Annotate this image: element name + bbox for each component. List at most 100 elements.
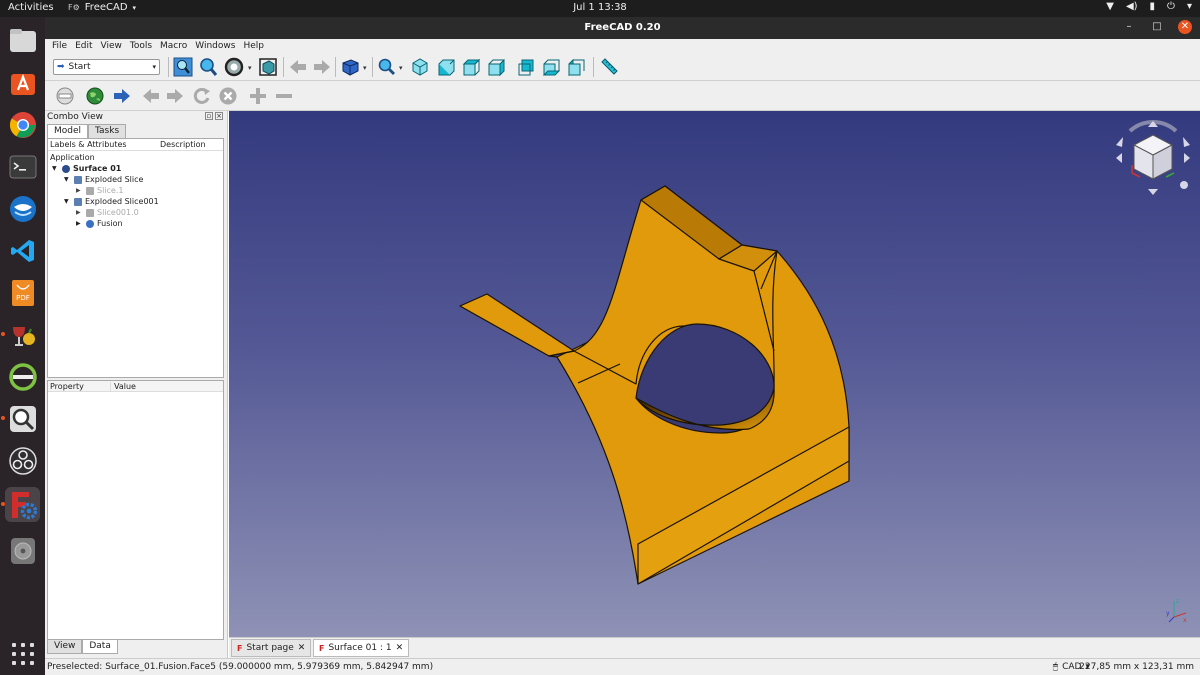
navigation-cube[interactable]	[1110, 115, 1196, 201]
dock-disk-utility[interactable]	[5, 359, 40, 394]
rotate-left-icon[interactable]	[1116, 137, 1123, 147]
window-titlebar[interactable]: FreeCAD 0.20 – □ ✕	[45, 17, 1200, 39]
web-open-button[interactable]	[84, 85, 106, 107]
web-zoom-out-button[interactable]	[273, 85, 295, 107]
menu-file[interactable]: File	[52, 39, 67, 53]
chevron-down-icon: ▾	[152, 63, 156, 71]
maximize-button[interactable]: □	[1150, 20, 1164, 34]
minimize-button[interactable]: –	[1122, 20, 1136, 34]
dock-disc[interactable]	[5, 533, 40, 568]
menu-tools[interactable]: Tools	[130, 39, 152, 53]
model-tree[interactable]: Labels & Attributes Description Applicat…	[47, 138, 224, 378]
tab-view[interactable]: View	[47, 640, 83, 654]
arrow-left-icon[interactable]	[1116, 153, 1122, 163]
tree-column-description[interactable]: Description	[160, 140, 206, 149]
dock-thunderbird[interactable]	[5, 191, 40, 226]
dock-chrome[interactable]	[5, 107, 40, 142]
dock-search[interactable]	[1, 401, 40, 436]
view-axo-button[interactable]	[409, 56, 431, 78]
tree-column-labels[interactable]: Labels & Attributes	[50, 140, 127, 149]
power-icon: ⏻	[1167, 1, 1175, 12]
forward-button[interactable]	[311, 56, 333, 78]
property-column[interactable]: Property	[50, 382, 84, 391]
chevron-down-icon[interactable]: ▾	[399, 64, 403, 72]
web-back-button[interactable]	[140, 85, 162, 107]
tree-item-slice001-0[interactable]: ▶ Slice001.0	[76, 207, 139, 218]
web-go-button[interactable]	[111, 85, 133, 107]
close-panel-icon[interactable]: ×	[215, 112, 223, 120]
expand-icon[interactable]: ▶	[76, 220, 83, 227]
property-editor[interactable]: Property Value	[47, 380, 224, 640]
web-stop-button[interactable]	[217, 85, 239, 107]
menu-macro[interactable]: Macro	[160, 39, 187, 53]
view-left-button[interactable]	[565, 56, 587, 78]
std-views-button[interactable]	[339, 56, 361, 78]
close-tab-icon[interactable]: ✕	[298, 643, 306, 653]
expand-icon[interactable]: ▼	[64, 176, 71, 183]
float-panel-icon[interactable]: ▫	[205, 112, 213, 120]
view-isometric-button[interactable]	[375, 56, 397, 78]
tree-item-exploded-slice[interactable]: ▼ Exploded Slice	[64, 174, 143, 185]
dock-freecad[interactable]	[1, 487, 40, 522]
view-rear-button[interactable]	[515, 56, 537, 78]
expand-icon[interactable]: ▼	[52, 165, 59, 172]
menu-view[interactable]: View	[101, 39, 122, 53]
view-front-button[interactable]	[435, 56, 457, 78]
chevron-down-icon[interactable]: ▾	[363, 64, 367, 72]
chevron-down-icon[interactable]: ▾	[248, 64, 252, 72]
back-button[interactable]	[287, 56, 309, 78]
rotate-right-icon[interactable]	[1183, 137, 1190, 147]
web-zoom-in-button[interactable]	[247, 85, 269, 107]
web-home-button[interactable]	[54, 85, 76, 107]
tree-item-application[interactable]: Application	[50, 152, 95, 163]
view-top-button[interactable]	[460, 56, 482, 78]
dock-winetricks[interactable]	[1, 317, 40, 352]
fit-all-button[interactable]	[172, 56, 194, 78]
arrow-down-icon[interactable]	[1148, 189, 1158, 195]
show-applications-button[interactable]	[12, 643, 34, 665]
web-refresh-button[interactable]	[191, 85, 213, 107]
tab-start-page[interactable]: F Start page ✕	[231, 639, 312, 657]
fit-selection-button[interactable]	[197, 56, 219, 78]
view-dimensions: 227,85 mm x 123,31 mm	[1079, 662, 1194, 672]
expand-icon[interactable]: ▶	[76, 187, 83, 194]
dock-terminal[interactable]	[5, 149, 40, 184]
dock-pdf[interactable]: PDF	[5, 275, 40, 310]
tab-tasks[interactable]: Tasks	[88, 124, 127, 138]
tree-item-surface-01[interactable]: ▼ Surface 01	[52, 163, 121, 174]
tree-item-slice-1[interactable]: ▶ Slice.1	[76, 185, 123, 196]
view-menu-icon[interactable]	[1180, 181, 1188, 189]
tab-surface-01[interactable]: F Surface 01 : 1 ✕	[313, 639, 410, 657]
bounding-box-button[interactable]	[257, 56, 279, 78]
wifi-icon: ▼	[1106, 1, 1114, 12]
tab-model[interactable]: Model	[47, 124, 89, 138]
dock-software[interactable]	[5, 65, 40, 100]
dock-files[interactable]	[5, 23, 40, 58]
menu-edit[interactable]: Edit	[75, 39, 92, 53]
system-tray[interactable]: ▼ ◀) ▮ ⏻ ▾	[1106, 1, 1192, 12]
tree-item-fusion[interactable]: ▶ Fusion	[76, 218, 123, 229]
measure-distance-button[interactable]	[598, 56, 620, 78]
toolbar-separator	[168, 57, 169, 77]
view-bottom-button[interactable]	[540, 56, 562, 78]
value-column[interactable]: Value	[110, 382, 136, 391]
view-right-button[interactable]	[485, 56, 507, 78]
close-tab-icon[interactable]: ✕	[396, 643, 404, 653]
expand-icon[interactable]: ▼	[64, 198, 71, 205]
menu-windows[interactable]: Windows	[195, 39, 235, 53]
close-button[interactable]: ✕	[1178, 20, 1192, 34]
files-icon	[9, 28, 36, 52]
dock-obs[interactable]	[5, 443, 40, 478]
dock-vscode[interactable]	[5, 233, 40, 268]
draw-style-button[interactable]	[223, 56, 245, 78]
tab-data[interactable]: Data	[82, 640, 118, 654]
arrow-right-icon[interactable]	[1184, 153, 1190, 163]
3d-view[interactable]: z x y	[229, 111, 1200, 637]
expand-icon[interactable]: ▶	[76, 209, 83, 216]
tree-item-exploded-slice001[interactable]: ▼ Exploded Slice001	[64, 196, 159, 207]
web-forward-button[interactable]	[164, 85, 186, 107]
3d-model[interactable]	[229, 111, 1200, 637]
clock[interactable]: Jul 1 13:38	[0, 2, 1200, 13]
menu-help[interactable]: Help	[243, 39, 264, 53]
workbench-selector[interactable]: ➡ Start ▾	[53, 59, 160, 75]
